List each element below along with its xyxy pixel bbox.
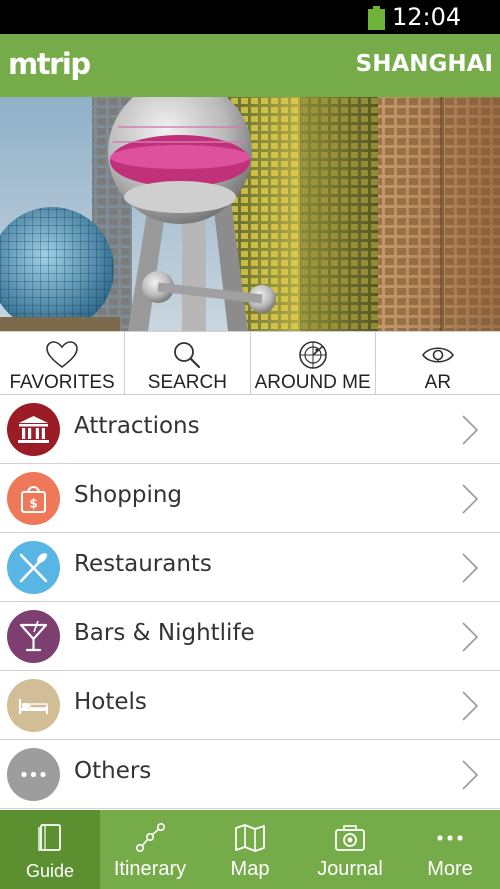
chevron-right-icon (462, 622, 479, 652)
quick-actions-bar: FAVORITES SEARCH AROUND ME AR (0, 331, 500, 395)
hero-image (0, 97, 500, 331)
favorites-button[interactable]: FAVORITES (0, 332, 126, 394)
category-label: Shopping (74, 482, 183, 508)
category-row-bars-nightlife[interactable]: Bars & Nightlife (0, 602, 500, 671)
category-label: Attractions (74, 413, 200, 439)
map-icon (235, 824, 265, 852)
tab-more-label: More (427, 858, 473, 880)
museum-icon (7, 403, 60, 456)
tab-itinerary[interactable]: Itinerary (100, 810, 200, 889)
radar-icon (298, 341, 327, 369)
heart-icon (46, 341, 78, 369)
city-title[interactable]: SHANGHAI (356, 51, 493, 77)
category-label: Bars & Nightlife (74, 620, 255, 646)
chevron-right-icon (462, 484, 479, 514)
favorites-label: FAVORITES (9, 372, 115, 393)
category-label: Hotels (74, 689, 147, 715)
tab-guide-label: Guide (25, 861, 75, 881)
camera-icon (335, 825, 365, 851)
category-row-restaurants[interactable]: Restaurants (0, 533, 500, 602)
search-label: SEARCH (147, 372, 227, 393)
around-me-label: AROUND ME (254, 372, 371, 393)
bed-icon (7, 679, 60, 732)
search-button[interactable]: SEARCH (125, 332, 251, 394)
category-label: Others (74, 758, 152, 784)
svg-text:$: $ (29, 497, 37, 511)
more-dots-icon (437, 835, 463, 841)
chevron-right-icon (462, 691, 479, 721)
chevron-right-icon (462, 415, 479, 445)
book-icon (38, 824, 61, 851)
ar-label: AR (424, 372, 452, 393)
category-label: Restaurants (74, 551, 212, 577)
eye-icon (421, 347, 454, 363)
shanghai-skyline-illustration (0, 97, 500, 331)
cutlery-icon (7, 541, 60, 594)
more-dots-icon (7, 748, 60, 801)
battery-icon (368, 6, 385, 30)
shopping-bag-icon: $ (7, 472, 60, 525)
tab-map-label: Map (230, 858, 270, 880)
route-icon (135, 822, 165, 852)
category-row-attractions[interactable]: Attractions (0, 395, 500, 464)
tab-guide[interactable]: Guide (0, 810, 100, 889)
tab-journal[interactable]: Journal (300, 810, 400, 889)
search-icon (174, 342, 201, 369)
status-bar: 12:04 PM (0, 0, 500, 59)
chevron-right-icon (462, 553, 479, 583)
tab-itinerary-label: Itinerary (113, 858, 187, 880)
category-list: Attractions $ Shopping Restaurants Bars … (0, 395, 500, 810)
bottom-tab-bar: Guide Itinerary Map Journal More (0, 810, 500, 889)
tab-journal-label: Journal (317, 858, 383, 880)
category-row-others[interactable]: Others (0, 740, 500, 809)
around-me-button[interactable]: AROUND ME (251, 332, 376, 394)
app-bar: mtrip SHANGHAI (0, 34, 500, 97)
tab-more[interactable]: More (400, 810, 500, 889)
category-row-hotels[interactable]: Hotels (0, 671, 500, 740)
category-row-shopping[interactable]: $ Shopping (0, 464, 500, 533)
app-logo[interactable]: mtrip (8, 47, 91, 81)
cocktail-icon (7, 610, 60, 663)
ar-button[interactable]: AR (376, 332, 500, 394)
tab-map[interactable]: Map (200, 810, 300, 889)
chevron-right-icon (462, 760, 479, 790)
